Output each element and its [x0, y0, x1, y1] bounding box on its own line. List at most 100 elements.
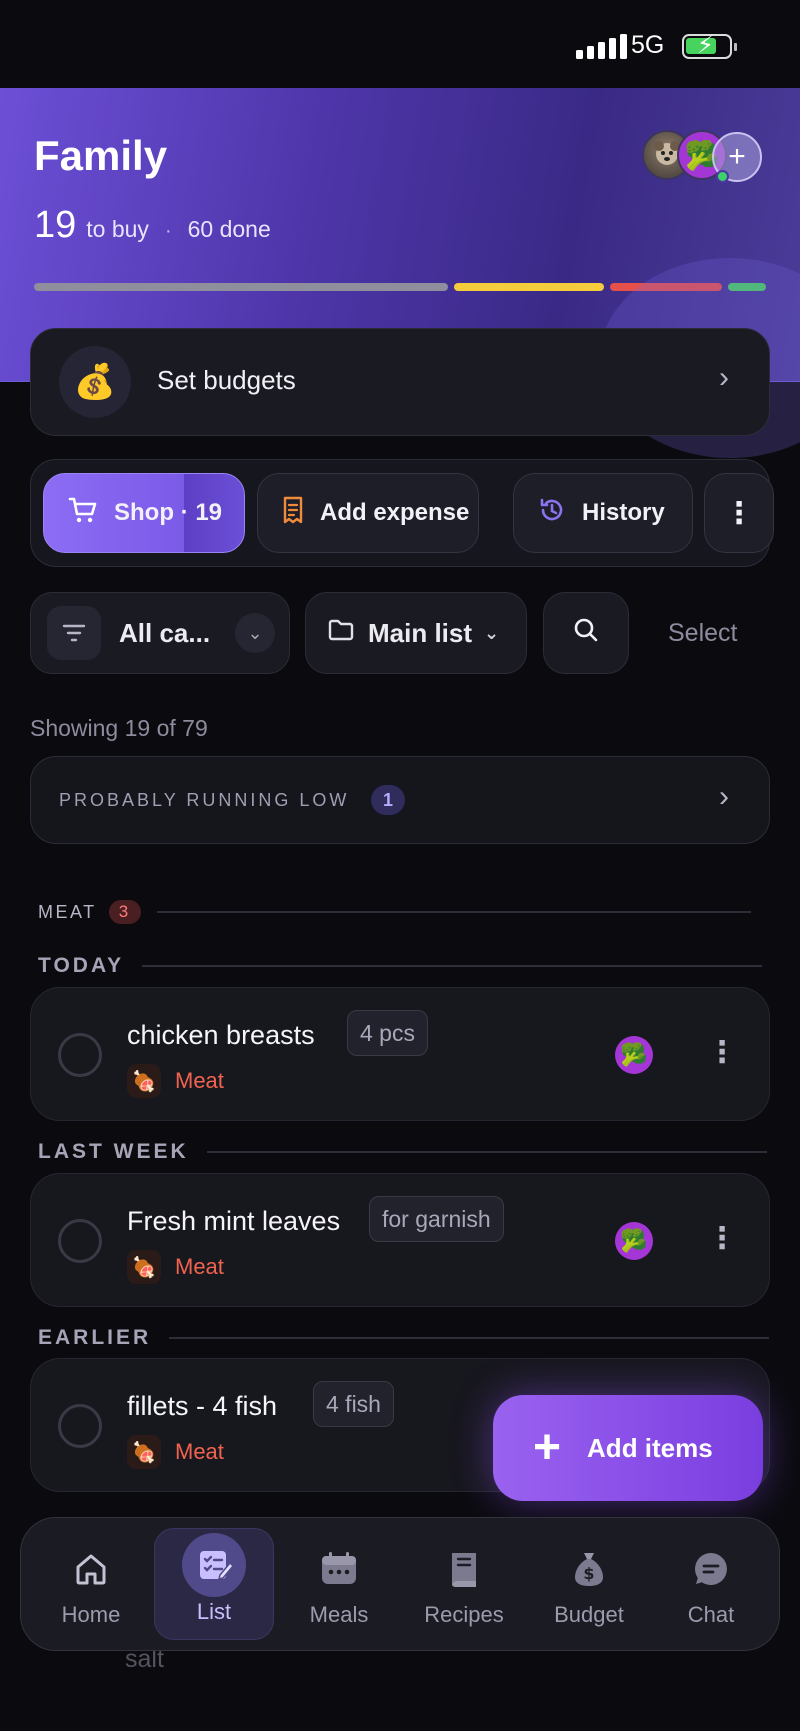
item-category-label: Meat	[175, 1254, 224, 1279]
cart-icon	[68, 496, 98, 531]
bottom-navigation: Home List Meals Recipes $ Budget Chat	[20, 1517, 780, 1651]
divider	[142, 965, 763, 967]
running-low-label: PROBABLY RUNNING LOW	[59, 790, 350, 810]
chat-icon	[688, 1546, 734, 1592]
progress-bar	[34, 283, 766, 291]
battery-icon: ⚡	[682, 32, 737, 59]
nav-budget[interactable]: $ Budget	[529, 1528, 649, 1640]
separator: ·	[164, 220, 172, 242]
filter-icon	[47, 606, 101, 660]
meat-icon: 🍖	[127, 1064, 161, 1098]
item-category: 🍖 Meat	[127, 1250, 224, 1284]
receipt-icon	[282, 496, 304, 531]
chevron-down-icon: ⌄	[235, 613, 275, 653]
category-filter-label: All ca...	[119, 617, 211, 648]
more-vertical-icon[interactable]: ⋮	[707, 1214, 737, 1264]
item-checkbox[interactable]	[58, 1404, 102, 1448]
status-bar: 5G ⚡	[0, 0, 800, 88]
set-budgets-card[interactable]: 💰 Set budgets ›	[30, 328, 770, 436]
search-icon	[573, 617, 599, 650]
divider	[169, 1337, 770, 1339]
nav-label: Meals	[309, 1602, 369, 1627]
history-label: History	[582, 499, 665, 526]
nav-recipes[interactable]: Recipes	[404, 1528, 524, 1640]
list-selector[interactable]: Main list ⌄	[305, 592, 527, 674]
divider	[156, 911, 751, 913]
chevron-right-icon: ›	[719, 361, 729, 394]
nav-meals[interactable]: Meals	[279, 1528, 399, 1640]
category-filter[interactable]: All ca... ⌄	[30, 592, 290, 674]
meat-icon: 🍖	[127, 1250, 161, 1284]
nav-label: Recipes	[424, 1602, 504, 1627]
shop-label: Shop · 19	[114, 499, 223, 526]
nav-label: List	[196, 1599, 232, 1624]
divider	[206, 1151, 767, 1153]
money-bag-icon: $	[566, 1546, 612, 1592]
svg-text:$: $	[583, 1564, 594, 1583]
nav-home[interactable]: Home	[31, 1528, 151, 1640]
household-title: Family	[34, 132, 168, 179]
item-category-label: Meat	[175, 1439, 224, 1464]
chevron-down-icon: ⌄	[484, 622, 500, 643]
nav-label: Chat	[687, 1602, 735, 1627]
showing-count: Showing 19 of 79	[30, 715, 208, 741]
book-icon	[441, 1546, 487, 1592]
item-category: 🍖 Meat	[127, 1064, 224, 1098]
list-selector-label: Main list	[368, 617, 473, 648]
more-vertical-icon: ⋮	[724, 496, 754, 530]
folder-icon	[328, 619, 354, 648]
calendar-icon	[316, 1546, 362, 1592]
action-bar: Shop · 19 Add expense History ⋮	[30, 459, 774, 567]
broccoli-avatar-icon: 🥦	[615, 1222, 653, 1260]
network-label: 5G	[631, 31, 665, 59]
money-bag-icon: 💰	[59, 346, 131, 418]
to-buy-label: to buy	[86, 216, 149, 242]
group-header-last-week: LAST WEEK	[38, 1140, 767, 1164]
item-name: fillets - 4 fish	[127, 1391, 278, 1421]
more-actions-button[interactable]: ⋮	[704, 473, 774, 553]
shop-button[interactable]: Shop · 19	[43, 473, 245, 553]
set-budgets-label: Set budgets	[157, 365, 296, 395]
list-item[interactable]: Fresh mint leaves for garnish 🍖 Meat 🥦 ⋮	[30, 1173, 770, 1307]
add-items-label: Add items	[587, 1432, 713, 1463]
group-title: EARLIER	[38, 1326, 152, 1349]
group-header-today: TODAY	[38, 954, 763, 978]
progress-segment-green	[728, 283, 766, 291]
history-button[interactable]: History	[513, 473, 693, 553]
add-expense-label: Add expense	[320, 499, 470, 526]
nav-list[interactable]: List	[154, 1528, 274, 1640]
item-category-label: Meat	[175, 1068, 224, 1093]
progress-segment-yellow	[454, 283, 604, 291]
select-button[interactable]: Select	[668, 619, 737, 648]
nav-label: Home	[61, 1602, 121, 1627]
group-header-earlier: EARLIER	[38, 1326, 770, 1350]
done-label: 60 done	[187, 216, 271, 242]
history-icon	[538, 496, 566, 531]
add-items-button[interactable]: + Add items	[493, 1395, 763, 1501]
running-low-count-badge: 1	[371, 785, 405, 815]
group-title: LAST WEEK	[38, 1140, 189, 1163]
item-checkbox[interactable]	[58, 1219, 102, 1263]
running-low-card[interactable]: PROBABLY RUNNING LOW 1 ›	[30, 756, 770, 844]
nav-label: Budget	[554, 1602, 624, 1627]
home-icon	[68, 1546, 114, 1592]
item-counts: 19 to buy · 60 done	[34, 204, 271, 247]
section-header-meat: MEAT 3	[38, 900, 751, 924]
item-name: chicken breasts	[127, 1020, 315, 1050]
section-count-badge: 3	[108, 900, 141, 924]
plus-icon: +	[533, 1421, 562, 1474]
progress-segment-red	[610, 283, 722, 291]
broccoli-avatar-icon: 🥦	[615, 1036, 653, 1074]
add-expense-button[interactable]: Add expense	[257, 473, 479, 553]
member-avatars[interactable]: 🥦 +	[642, 130, 768, 184]
more-vertical-icon[interactable]: ⋮	[707, 1028, 737, 1078]
online-indicator	[716, 170, 729, 183]
group-title: TODAY	[38, 954, 125, 977]
chevron-right-icon: ›	[719, 780, 729, 813]
search-button[interactable]	[543, 592, 629, 674]
item-checkbox[interactable]	[58, 1033, 102, 1077]
nav-chat[interactable]: Chat	[651, 1528, 771, 1640]
list-item[interactable]: chicken breasts 4 pcs 🍖 Meat 🥦 ⋮	[30, 987, 770, 1121]
signal-icon	[576, 34, 627, 59]
item-quantity: 4 fish	[313, 1381, 394, 1427]
